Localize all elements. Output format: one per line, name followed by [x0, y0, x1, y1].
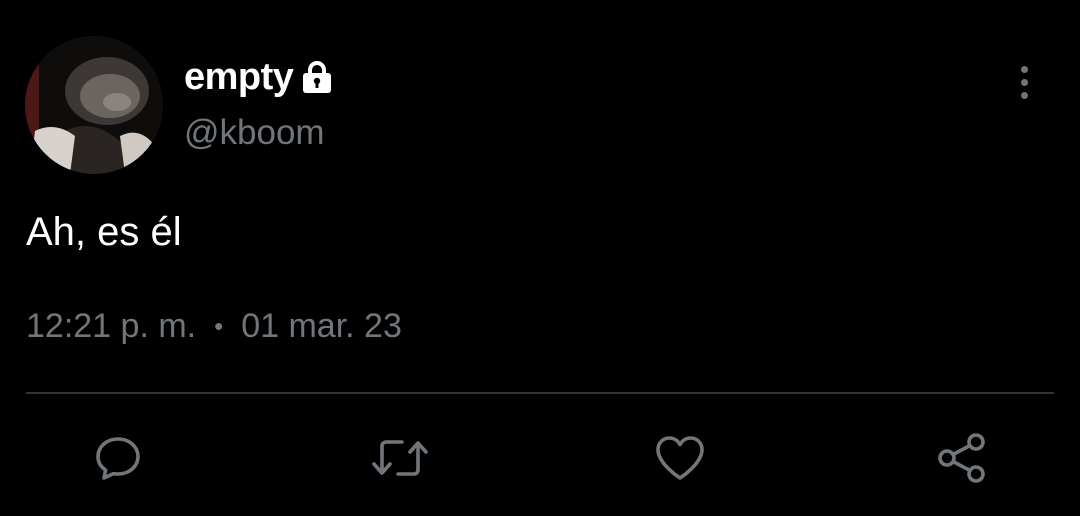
- reply-icon[interactable]: [90, 430, 146, 486]
- action-bar: [0, 430, 1080, 486]
- share-icon[interactable]: [934, 430, 990, 486]
- avatar[interactable]: [25, 36, 163, 174]
- lock-icon: [301, 59, 335, 95]
- tweet-card: empty @kboom Ah, es él 12:21 p. m. • 01 …: [0, 0, 1080, 516]
- tweet-time: 12:21 p. m.: [26, 307, 197, 345]
- display-name-row: empty: [184, 52, 335, 102]
- more-options-icon[interactable]: [1004, 60, 1044, 104]
- tweet-text: Ah, es él: [26, 210, 182, 254]
- display-name[interactable]: empty: [184, 56, 294, 99]
- handle[interactable]: @kboom: [184, 113, 325, 153]
- tweet-date: 01 mar. 23: [241, 307, 402, 345]
- retweet-icon[interactable]: [372, 430, 428, 486]
- meta-separator: •: [214, 311, 224, 341]
- heart-icon[interactable]: [652, 430, 708, 486]
- divider: [26, 392, 1054, 394]
- tweet-meta: 12:21 p. m. • 01 mar. 23: [26, 307, 402, 346]
